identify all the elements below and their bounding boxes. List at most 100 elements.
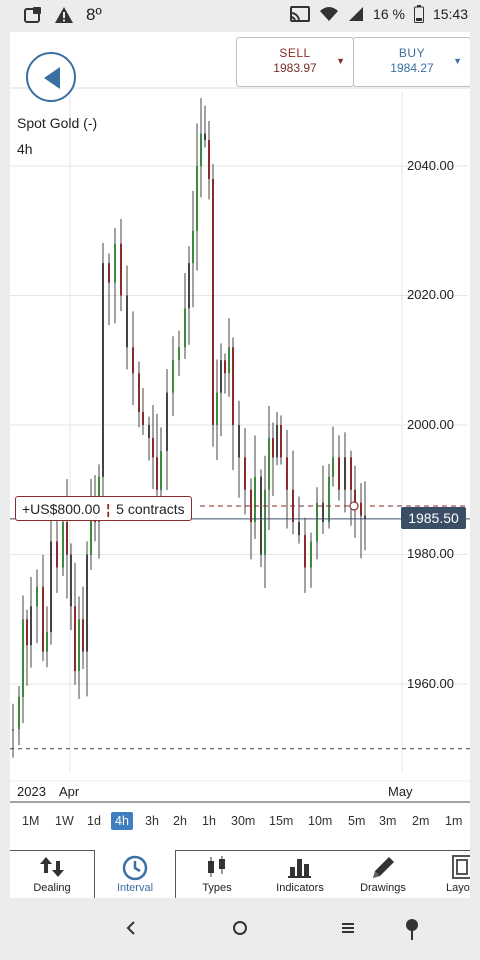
interval-1M[interactable]: 1M — [22, 814, 39, 828]
menu-nav-icon[interactable] — [340, 918, 356, 938]
interval-4h[interactable]: 4h — [111, 812, 133, 830]
candle-body — [228, 347, 230, 374]
x-tick-label: 2023 — [17, 784, 46, 799]
candle-body — [216, 392, 218, 425]
x-tick-label: Apr — [59, 784, 80, 799]
interval-2h[interactable]: 2h — [173, 814, 187, 828]
sell-dropdown-icon: ▼ — [336, 56, 345, 66]
buy-button[interactable]: BUY 1984.27 ▼ — [353, 37, 470, 87]
chart-screen: SELL 1983.97 ▼ BUY 1984.27 ▼ Spot Gold (… — [10, 32, 470, 898]
position-marker — [349, 501, 359, 511]
assistant-nav-icon[interactable] — [404, 918, 420, 942]
candle-body — [62, 522, 64, 568]
candle-body — [224, 360, 226, 374]
cast-icon — [290, 6, 311, 22]
y-tick-label: 1960.00 — [407, 676, 454, 691]
back-arrow-icon — [44, 67, 60, 89]
candle-body — [56, 541, 58, 568]
candle-body — [196, 166, 198, 231]
tool-layout[interactable]: Layo — [424, 850, 470, 898]
dealing-icon — [40, 857, 64, 877]
candle-body — [50, 541, 52, 633]
back-button[interactable] — [26, 52, 76, 102]
candle-body — [250, 489, 252, 523]
signal-icon — [349, 7, 364, 21]
x-tick-label: May — [388, 784, 413, 799]
candle-body — [280, 425, 282, 458]
candle-body — [138, 373, 140, 413]
wifi-icon — [320, 7, 339, 21]
candle-body — [12, 729, 14, 731]
tool-types[interactable]: Types — [176, 850, 258, 898]
candle-body — [108, 263, 110, 283]
chart-toolbar: Dealing Interval Types Indicators Drawin… — [10, 850, 470, 898]
candle-body — [102, 263, 104, 477]
interval-30m[interactable]: 30m — [231, 814, 255, 828]
y-tick-label: 1980.00 — [407, 546, 454, 561]
candle-body — [220, 360, 222, 393]
candle-body — [166, 392, 168, 451]
candle-body — [272, 437, 274, 458]
candle-body — [268, 437, 270, 490]
tool-interval[interactable]: Interval — [94, 850, 176, 898]
candle-body — [142, 412, 144, 425]
candle-body — [212, 178, 214, 425]
candle-body — [350, 457, 352, 490]
candle-body — [332, 457, 334, 477]
interval-1W[interactable]: 1W — [55, 814, 74, 828]
interval-10m[interactable]: 10m — [308, 814, 332, 828]
candle-body — [354, 489, 356, 503]
candle-body — [46, 632, 48, 652]
interval-1h[interactable]: 1h — [202, 814, 216, 828]
y-tick-label: 2040.00 — [407, 158, 454, 173]
interval-1d[interactable]: 1d — [87, 814, 101, 828]
tool-dealing-label: Dealing — [33, 882, 71, 894]
alert-icon — [55, 7, 73, 23]
candle-body — [238, 425, 240, 458]
candle-body — [260, 476, 262, 555]
price-chart[interactable] — [10, 32, 470, 832]
candle-body — [22, 619, 24, 697]
candle-body — [328, 476, 330, 523]
interval-3m[interactable]: 3m — [379, 814, 396, 828]
back-nav-icon[interactable] — [124, 918, 138, 938]
candle-body — [192, 230, 194, 264]
interval-5m[interactable]: 5m — [348, 814, 365, 828]
notification-icon — [24, 7, 41, 23]
candle-body — [244, 457, 246, 490]
home-nav-icon[interactable] — [232, 918, 248, 938]
interval-3h[interactable]: 3h — [145, 814, 159, 828]
tool-drawings[interactable]: Drawings — [342, 850, 424, 898]
candle-body — [148, 425, 150, 438]
buy-dropdown-icon: ▼ — [453, 56, 462, 66]
position-pnl-label[interactable]: +US$800.00 ¦ 5 contracts — [15, 496, 192, 521]
candle-body — [18, 696, 20, 730]
tool-indicators-label: Indicators — [276, 882, 324, 894]
tool-indicators[interactable]: Indicators — [258, 850, 342, 898]
candle-body — [276, 425, 278, 458]
clock-icon — [122, 855, 148, 881]
candle-body — [304, 535, 306, 568]
position-contracts: 5 contracts — [116, 500, 185, 517]
interval-15m[interactable]: 15m — [269, 814, 293, 828]
tool-drawings-label: Drawings — [360, 882, 406, 894]
tool-dealing[interactable]: Dealing — [10, 850, 94, 898]
candle-body — [160, 450, 162, 490]
candle-body — [152, 437, 154, 458]
candle-body — [132, 347, 134, 374]
interval-2m[interactable]: 2m — [412, 814, 429, 828]
candle-body — [204, 133, 206, 141]
tool-interval-label: Interval — [116, 882, 154, 894]
instrument-interval: 4h — [17, 141, 33, 157]
candle-body — [172, 360, 174, 393]
candle-body — [120, 243, 122, 296]
interval-1m[interactable]: 1m — [445, 814, 462, 828]
candle-body — [184, 308, 186, 348]
battery-icon — [413, 5, 424, 23]
sell-button[interactable]: SELL 1983.97 ▼ — [236, 37, 354, 87]
current-price-tag: 1985.50 — [401, 507, 466, 529]
candle-body — [286, 457, 288, 490]
candle-body — [338, 457, 340, 490]
system-nav-bar — [0, 898, 480, 960]
candle-body — [126, 295, 128, 348]
